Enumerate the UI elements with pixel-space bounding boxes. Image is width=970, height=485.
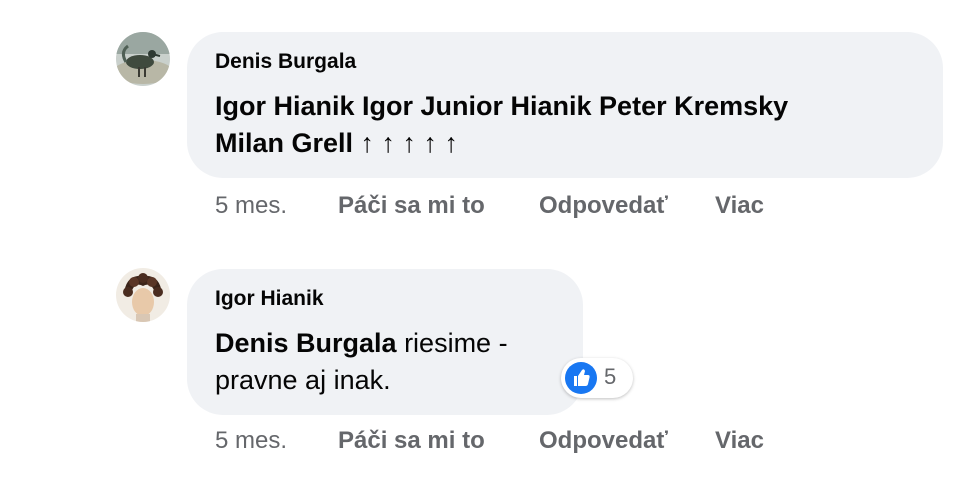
comment-author[interactable]: Igor Hianik xyxy=(215,287,324,311)
comment-timestamp[interactable]: 5 mes. xyxy=(215,192,287,220)
comment-timestamp[interactable]: 5 mes. xyxy=(215,427,287,455)
like-button[interactable]: Páči sa mi to xyxy=(338,427,485,455)
comments-thread: Denis Burgala Igor Hianik Igor Junior Hi… xyxy=(0,0,970,485)
avatar-denis-burgala[interactable] xyxy=(116,32,170,86)
reaction-summary[interactable]: 5 xyxy=(561,358,633,398)
reply-button[interactable]: Odpovedať xyxy=(539,192,668,220)
comment-text-line: Igor Hianik Igor Junior Hianik Peter Kre… xyxy=(215,91,789,121)
avatar-igor-hianik[interactable] xyxy=(116,268,170,322)
comment-text-line: Milan Grell ↑ ↑ ↑ ↑ ↑ xyxy=(215,128,459,158)
comment-bubble: Igor Hianik Denis Burgala riesime - prav… xyxy=(187,269,583,415)
more-button[interactable]: Viac xyxy=(715,427,764,455)
comment-text: Igor Hianik Igor Junior Hianik Peter Kre… xyxy=(215,88,788,162)
comment-text-line: pravne aj inak. xyxy=(215,365,391,395)
comment-text-line: Denis Burgala riesime - xyxy=(215,325,508,362)
reaction-count: 5 xyxy=(604,364,617,389)
comment-text-segment: riesime - xyxy=(396,328,508,358)
reply-button[interactable]: Odpovedať xyxy=(539,427,668,455)
more-button[interactable]: Viac xyxy=(715,192,764,220)
mention-link[interactable]: Denis Burgala xyxy=(215,328,397,358)
thumbs-up-icon xyxy=(565,362,597,394)
comment-actions: 5 mes. Páči sa mi to Odpovedať Viac xyxy=(215,427,815,457)
like-button[interactable]: Páči sa mi to xyxy=(338,192,485,220)
curly-hair-photo-avatar xyxy=(116,268,170,322)
comment-bubble: Denis Burgala Igor Hianik Igor Junior Hi… xyxy=(187,32,943,178)
peacock-photo-avatar xyxy=(116,32,170,86)
comment-actions: 5 mes. Páči sa mi to Odpovedať Viac xyxy=(215,192,815,222)
comment-text: Denis Burgala riesime - pravne aj inak. xyxy=(215,325,508,399)
comment-author[interactable]: Denis Burgala xyxy=(215,50,356,74)
